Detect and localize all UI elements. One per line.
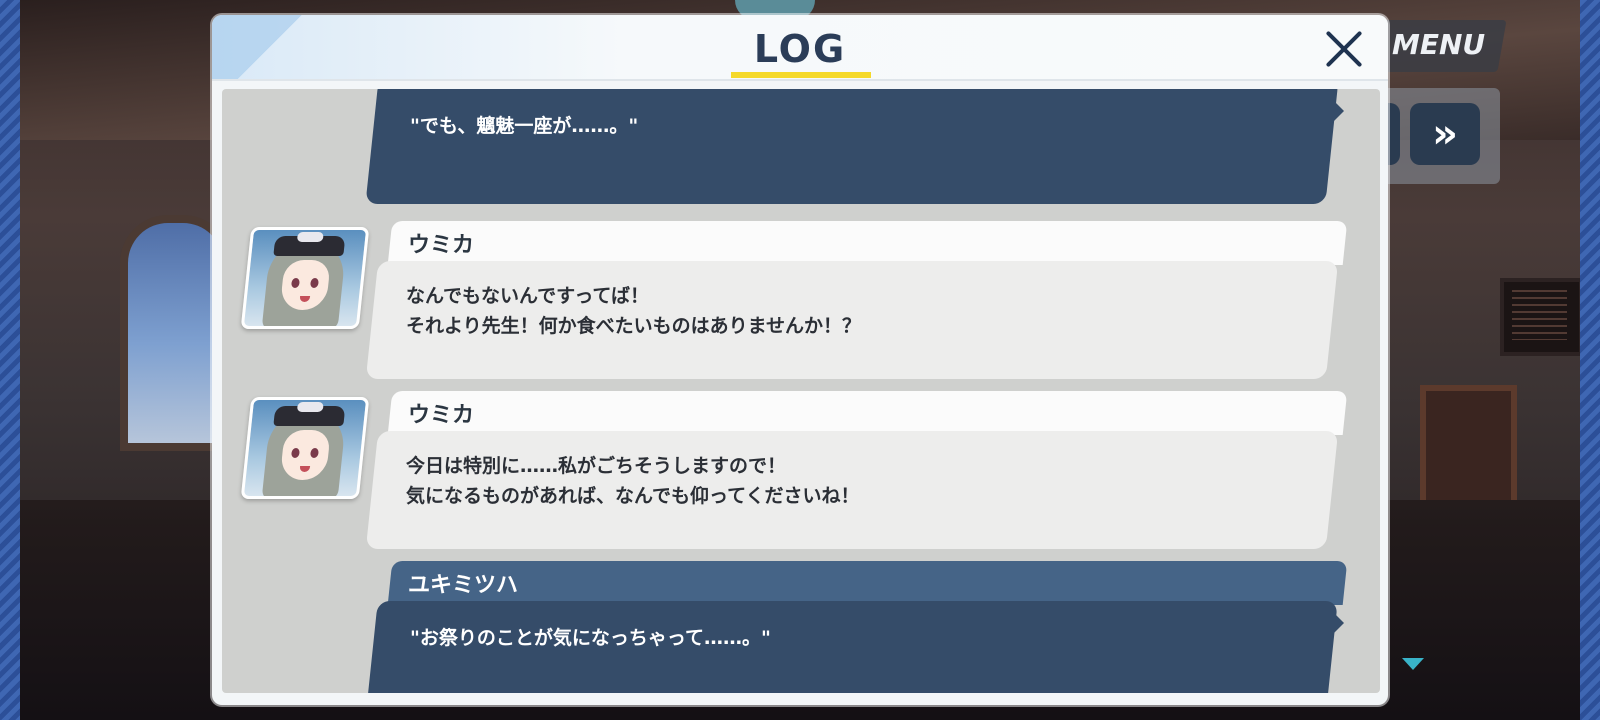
bubble-pointer — [1332, 99, 1344, 123]
fast-forward-icon[interactable]: » — [1410, 103, 1480, 165]
log-scroll-area[interactable]: "でも、魑魅一座が……。" ウミカ なんでもないんですってば！ それより先生！何… — [222, 89, 1380, 693]
dialogue-line: "お祭りのことが気になっちゃって……。" — [410, 627, 771, 649]
left-border-stripe — [0, 0, 20, 720]
speaker-name: ウミカ — [408, 233, 475, 258]
speaker-name-plate — [387, 391, 1348, 435]
umika-avatar — [240, 227, 370, 329]
scene-picture-frame — [1420, 385, 1517, 507]
next-arrow-icon — [1402, 658, 1424, 670]
title-underline — [731, 72, 871, 78]
speaker-name-plate — [387, 221, 1348, 265]
bubble-pointer — [1332, 611, 1344, 635]
close-icon[interactable] — [1322, 27, 1366, 71]
dialogue-line: 気になるものがあれば、なんでも仰ってくださいね！ — [406, 485, 860, 507]
scene-menu-board — [1500, 278, 1580, 356]
right-border-stripe — [1580, 0, 1600, 720]
log-dialog-header: LOG — [212, 15, 1388, 81]
speaker-name: ユキミツハ — [408, 573, 519, 598]
dialogue-line: "でも、魑魅一座が……。" — [410, 115, 639, 137]
dialogue-line: 今日は特別に……私がごちそうしますので！ — [406, 455, 787, 477]
menu-button-label[interactable]: MENU — [1392, 28, 1485, 61]
speaker-name: ウミカ — [408, 403, 475, 428]
dialogue-line: なんでもないんですってば！ — [406, 285, 650, 307]
log-title: LOG — [753, 27, 847, 71]
dialogue-line: それより先生！何か食べたいものはありませんか！？ — [406, 315, 862, 337]
dialogue-bubble — [365, 89, 1339, 204]
speaker-name-plate — [387, 561, 1348, 605]
log-dialog: LOG "でも、魑魅一座が……。" ウミカ なんでもないんですってば！ それより… — [212, 15, 1388, 705]
umika-avatar — [240, 397, 370, 499]
